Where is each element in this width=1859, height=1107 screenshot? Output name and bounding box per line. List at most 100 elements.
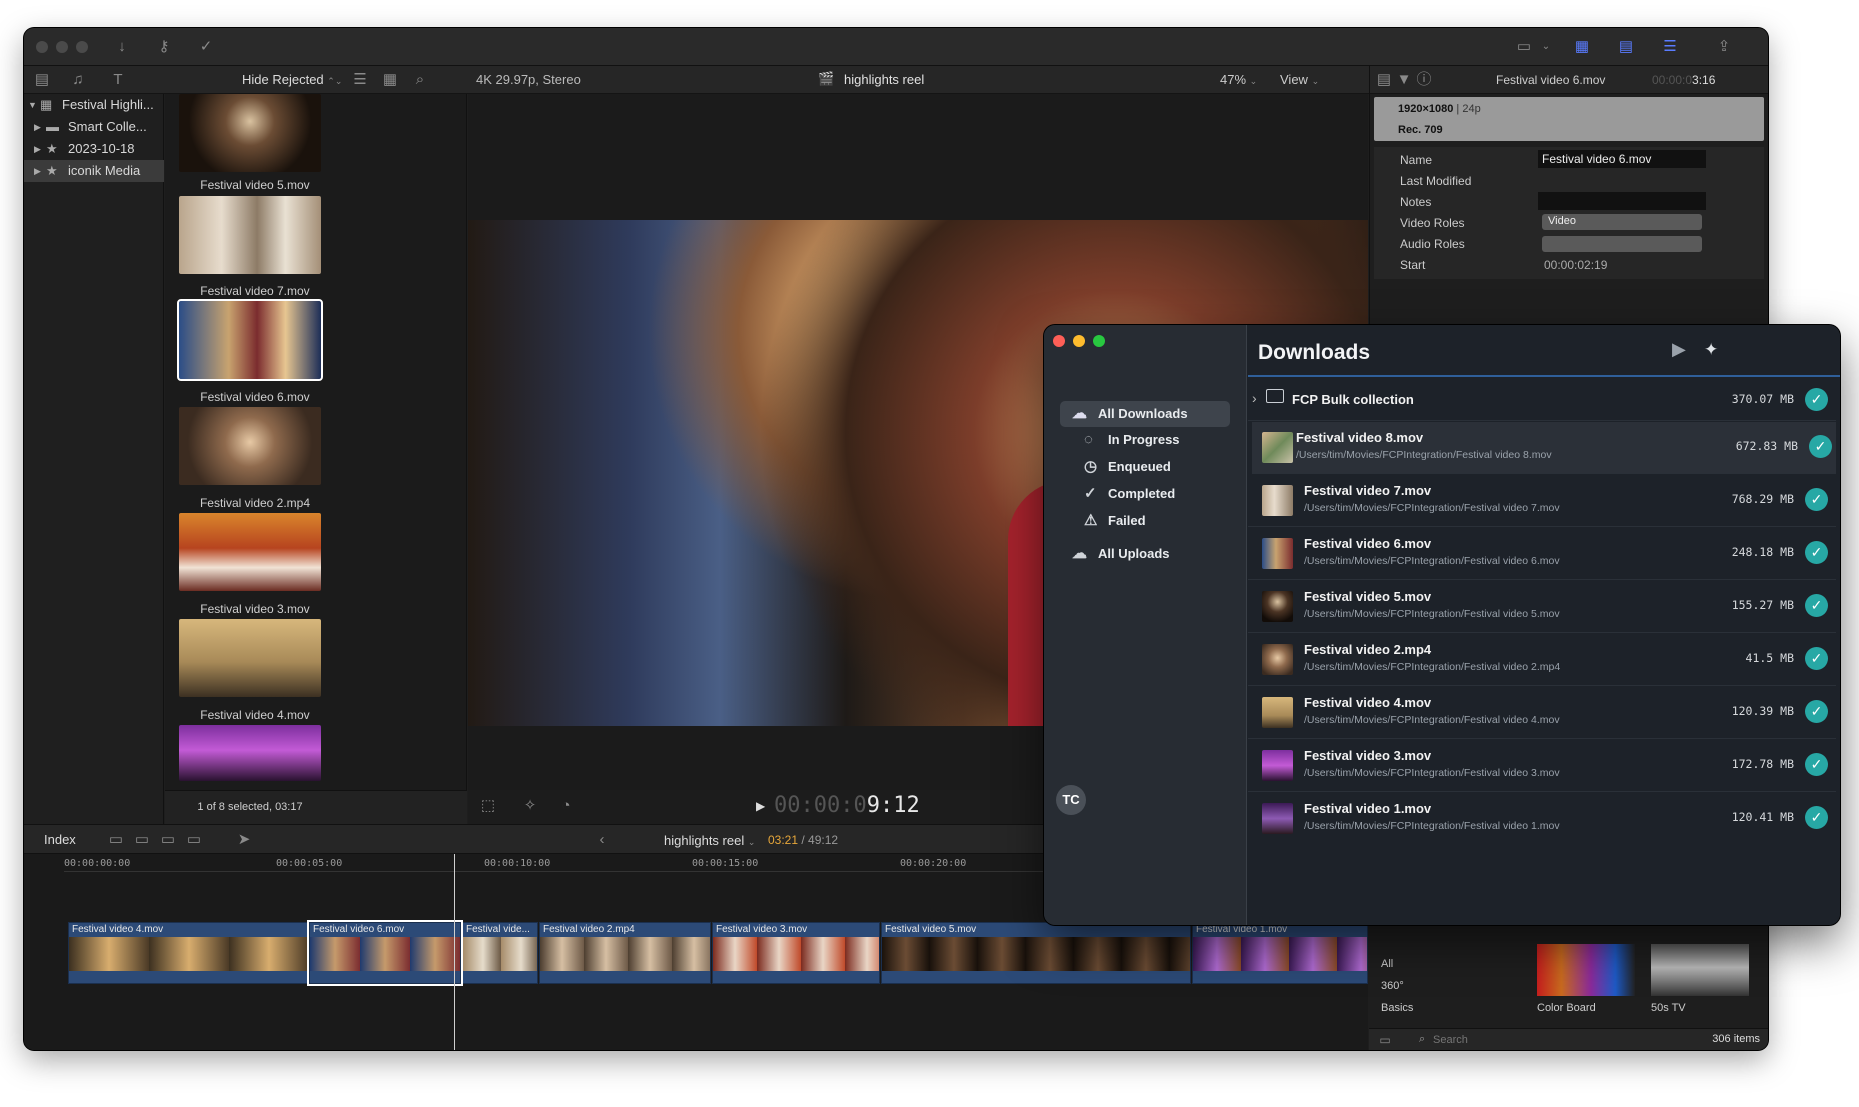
download-row[interactable]: Festival video 3.mov /Users/tim/Movies/F… — [1248, 740, 1836, 792]
timeline-toggle-icon[interactable]: ▤ — [1616, 37, 1636, 57]
collection-row[interactable]: › FCP Bulk collection 370.07 MB ✓ — [1248, 378, 1836, 421]
disclosure-closed-icon[interactable]: ▶ — [34, 138, 41, 160]
disclosure-closed-icon[interactable]: ▶ — [34, 116, 41, 138]
close-window-button[interactable] — [36, 41, 48, 53]
nav-all-uploads[interactable]: ☁ All Uploads — [1060, 541, 1230, 567]
color-board-thumbnail[interactable] — [1537, 944, 1635, 996]
download-row[interactable]: Festival video 1.mov /Users/tim/Movies/F… — [1248, 793, 1836, 845]
clip-thumbnail[interactable] — [179, 513, 321, 591]
play-icon[interactable]: ▶ — [756, 799, 765, 813]
notes-field[interactable] — [1538, 192, 1706, 210]
color-inspector-icon[interactable]: ▼ — [1394, 70, 1414, 90]
nav-completed[interactable]: ✓ Completed — [1074, 481, 1230, 507]
timeline-index-button[interactable]: Index — [44, 832, 76, 847]
clip-thumbnail-selected[interactable] — [177, 299, 323, 381]
zoom-window-button[interactable] — [76, 41, 88, 53]
chevron-down-icon[interactable]: ⌄ — [1536, 37, 1556, 57]
audio-roles-select[interactable] — [1542, 236, 1702, 252]
overwrite-clip-icon[interactable]: ▭ — [158, 830, 178, 850]
info-icon[interactable]: ⓘ — [1414, 70, 1434, 90]
video-roles-select[interactable]: Video — [1542, 214, 1702, 230]
titles-generators-icon[interactable]: T — [108, 70, 128, 90]
playhead[interactable] — [454, 854, 455, 1050]
effects-category[interactable]: Basics — [1381, 1002, 1413, 1014]
clear-broom-icon[interactable]: ✦ — [1704, 340, 1718, 360]
filmstrip-view-icon[interactable]: ▦ — [380, 70, 400, 90]
sidebar-toggle-icon[interactable]: ▭ — [1375, 1030, 1395, 1050]
clip-thumbnail[interactable] — [179, 619, 321, 697]
timeline-clip[interactable]: Festival vide... — [462, 922, 538, 984]
key-icon[interactable]: ⚷ — [154, 37, 174, 57]
zoom-window-button[interactable] — [1093, 335, 1105, 347]
edit-mode-icon[interactable]: ▭ — [184, 830, 204, 850]
download-row[interactable]: Festival video 6.mov /Users/tim/Movies/F… — [1248, 528, 1836, 580]
nav-label: Enqueued — [1108, 459, 1171, 474]
clip-thumbnail[interactable] — [179, 94, 321, 172]
browser-toggle-icon[interactable]: ▦ — [1572, 37, 1592, 57]
effects-category[interactable]: 360° — [1381, 980, 1404, 992]
download-row[interactable]: Festival video 2.mp4 /Users/tim/Movies/F… — [1248, 634, 1836, 686]
nav-enqueued[interactable]: ◷ Enqueued — [1074, 454, 1230, 480]
download-row[interactable]: Festival video 5.mov /Users/tim/Movies/F… — [1248, 581, 1836, 633]
download-row[interactable]: Festival video 7.mov /Users/tim/Movies/F… — [1248, 475, 1836, 527]
start-timecode: 00:00:02:19 — [1544, 258, 1608, 272]
download-row[interactable]: Festival video 4.mov /Users/tim/Movies/F… — [1248, 687, 1836, 739]
enhance-wand-icon[interactable]: ✧ — [520, 796, 540, 816]
timeline-clip-selected[interactable]: Festival video 6.mov — [307, 920, 463, 986]
list-view-icon[interactable]: ☰ — [350, 70, 370, 90]
effects-search-input[interactable] — [1433, 1032, 1633, 1048]
search-icon[interactable]: ⌕ — [410, 70, 430, 90]
timeline-clip[interactable]: Festival video 3.mov — [712, 922, 880, 984]
photos-audio-icon[interactable]: ♫ — [68, 70, 88, 90]
window-layout-icon[interactable]: ▭ — [1514, 37, 1534, 57]
user-avatar[interactable]: TC — [1056, 785, 1086, 815]
close-window-button[interactable] — [1053, 335, 1065, 347]
view-menu[interactable]: View ⌄ — [1280, 72, 1319, 87]
insert-clip-icon[interactable]: ▭ — [132, 830, 152, 850]
effects-count: 306 items — [1712, 1033, 1760, 1045]
share-icon[interactable]: ⇪ — [1714, 37, 1734, 57]
effect-label: Color Board — [1537, 1002, 1596, 1014]
video-inspector-icon[interactable]: ▤ — [1374, 70, 1394, 90]
file-thumbnail — [1262, 591, 1293, 622]
disclosure-chevron-icon[interactable]: › — [1252, 390, 1257, 406]
timeline-clip[interactable]: Festival video 2.mp4 — [539, 922, 711, 984]
nav-in-progress[interactable]: ◌ In Progress — [1074, 427, 1230, 453]
libraries-icon[interactable]: ▤ — [32, 70, 52, 90]
effects-category[interactable]: All — [1381, 958, 1393, 970]
download-row[interactable]: Festival video 8.mov /Users/tim/Movies/F… — [1252, 422, 1836, 474]
minimize-window-button[interactable] — [56, 41, 68, 53]
retime-speed-icon[interactable]: ◔ — [556, 796, 576, 816]
clip-thumbnail[interactable] — [179, 725, 321, 781]
back-chevron-icon[interactable]: ‹ — [592, 830, 612, 850]
nav-all-downloads[interactable]: ☁ All Downloads — [1060, 401, 1230, 427]
library-item-festival[interactable]: ▼ ▦ Festival Highli... — [24, 94, 164, 116]
timeline-project-name: highlights reel — [664, 833, 745, 848]
timeline-clip[interactable]: Festival video 4.mov — [68, 922, 308, 984]
disclosure-open-icon[interactable]: ▼ — [28, 94, 37, 116]
library-item-iconik-media[interactable]: ▶ ★ iconik Media — [24, 160, 164, 182]
nav-label: All Uploads — [1098, 546, 1170, 561]
timeline-clip[interactable]: Festival video 1.mov — [1192, 922, 1368, 984]
nav-failed[interactable]: ⚠ Failed — [1074, 508, 1230, 534]
transform-icon[interactable]: ⬚ — [478, 796, 498, 816]
checkmark-circle-icon[interactable]: ✓ — [196, 37, 216, 57]
append-clip-icon[interactable]: ▭ — [106, 830, 126, 850]
library-item-smart-collections[interactable]: ▶ ▬ Smart Colle... — [24, 116, 164, 138]
import-arrow-icon[interactable]: ↓ — [112, 37, 132, 57]
timeline-clip[interactable]: Festival video 5.mov — [881, 922, 1191, 984]
library-item-event-date[interactable]: ▶ ★ 2023-10-18 — [24, 138, 164, 160]
inspector-toggle-icon[interactable]: ☰ — [1660, 37, 1680, 57]
select-tool-icon[interactable]: ➤ — [234, 830, 254, 850]
minimize-window-button[interactable] — [1073, 335, 1085, 347]
clip-thumbnail[interactable] — [179, 407, 321, 485]
file-size: 248.18 MB — [1731, 545, 1794, 559]
hide-rejected-select[interactable]: Hide Rejected ⌃⌄ — [242, 72, 342, 87]
clip-thumbnail[interactable] — [179, 196, 321, 274]
zoom-level-select[interactable]: 47% ⌄ — [1220, 72, 1257, 87]
fifties-tv-thumbnail[interactable] — [1651, 944, 1749, 996]
name-field[interactable]: Festival video 6.mov — [1538, 150, 1706, 168]
timeline-project-select[interactable]: highlights reel ⌄ — [664, 833, 755, 848]
disclosure-closed-icon[interactable]: ▶ — [34, 160, 41, 182]
play-icon[interactable]: ▶ — [1672, 339, 1686, 360]
